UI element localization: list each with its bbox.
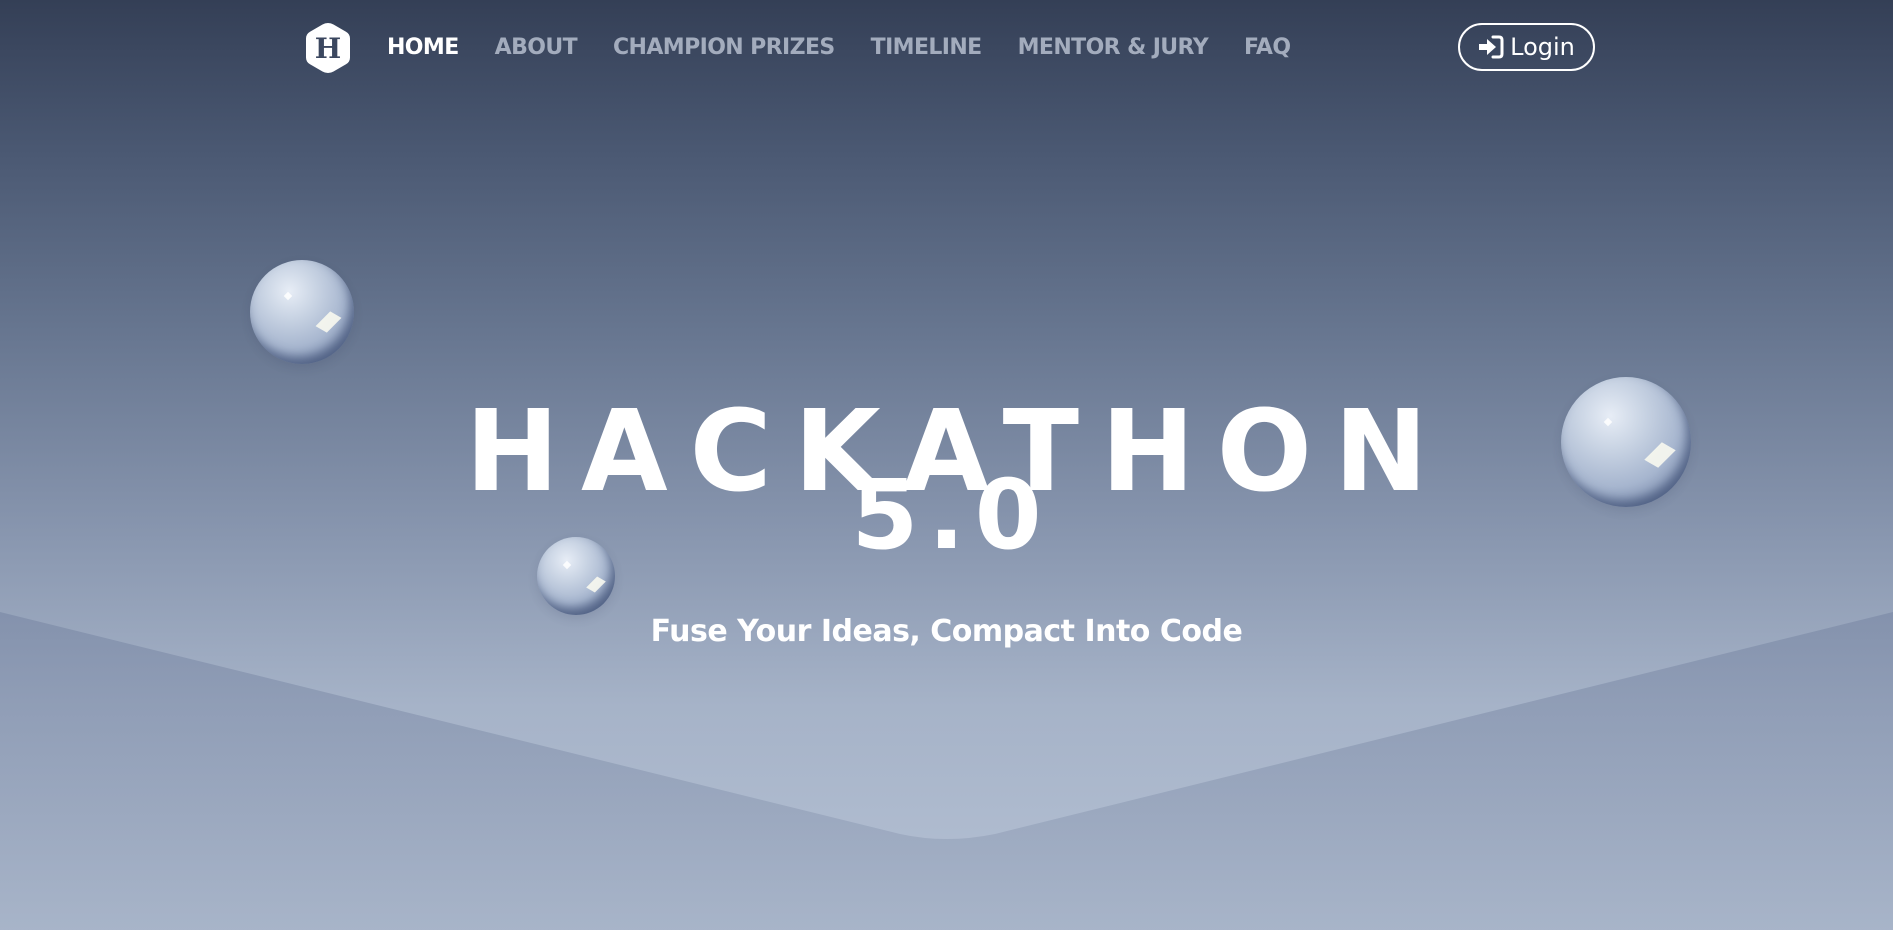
hero-tagline: Fuse Your Ideas, Compact Into Code <box>650 614 1243 649</box>
sphere-highlight <box>284 292 293 301</box>
login-button[interactable]: Login <box>1458 23 1595 71</box>
nav-item-mentor-jury[interactable]: MENTOR & JURY <box>1018 30 1209 66</box>
nav-item-timeline[interactable]: TIMELINE <box>871 30 983 66</box>
logo[interactable]: H <box>304 21 352 75</box>
nav-item-champion-prizes[interactable]: CHAMPION PRIZES <box>613 30 835 66</box>
sign-in-icon <box>1479 35 1504 59</box>
landing-page: H HOME ABOUT CHAMPION PRIZES TIMELINE ME… <box>0 0 1893 930</box>
logo-letter: H <box>314 31 342 65</box>
sphere-reflection <box>315 311 342 333</box>
nav-item-about[interactable]: ABOUT <box>495 30 578 66</box>
login-label: Login <box>1510 33 1575 61</box>
nav-item-home[interactable]: HOME <box>387 30 459 66</box>
hero-version: 5.0 <box>851 459 1052 571</box>
nav-menu: HOME ABOUT CHAMPION PRIZES TIMELINE MENT… <box>387 30 1291 66</box>
top-navbar: H HOME ABOUT CHAMPION PRIZES TIMELINE ME… <box>0 0 1893 96</box>
nav-item-faq[interactable]: FAQ <box>1244 30 1291 66</box>
glass-sphere-icon <box>250 260 354 364</box>
sphere-reflection <box>586 576 606 593</box>
